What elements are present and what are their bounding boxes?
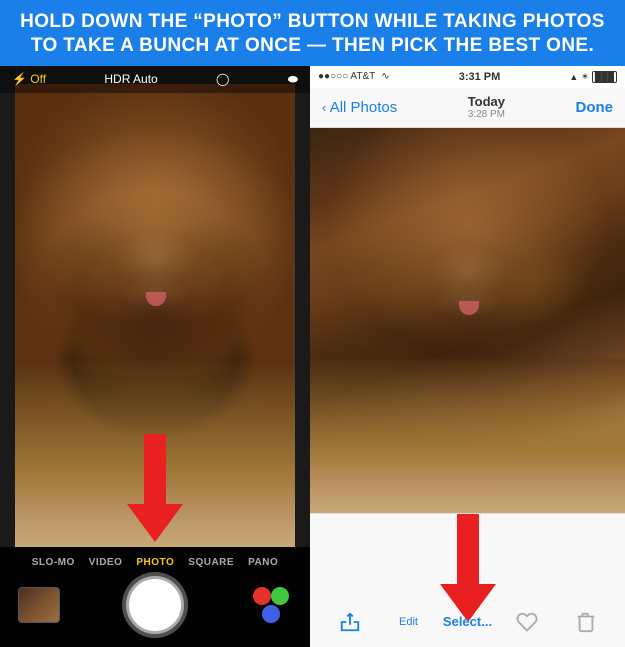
camera-extra-icon [250, 587, 292, 623]
trash-icon [575, 611, 597, 633]
mode-video[interactable]: VIDEO [82, 555, 130, 570]
shutter-button[interactable] [126, 576, 184, 634]
share-icon [339, 611, 361, 633]
bluetooth-icon: ∗ [581, 71, 589, 82]
favorite-button[interactable] [497, 611, 556, 633]
photo-display-area [310, 128, 625, 513]
color-circles-icon [253, 587, 289, 623]
battery-icon: ███ [592, 71, 617, 83]
mode-slomo[interactable]: SLO-MO [25, 555, 82, 570]
arrow-head [127, 504, 183, 542]
mode-photo[interactable]: PHOTO [129, 555, 181, 570]
camera-red-arrow [127, 434, 183, 542]
arrow-body [144, 434, 166, 504]
camera-top-bar: ⚡ Off HDR Auto ◯ ⬬ [0, 66, 310, 93]
toolbar-icons-row: Edit Select... [310, 597, 625, 647]
camera-bottom-controls: SLO-MO VIDEO PHOTO SQUARE PANO [0, 547, 310, 647]
heart-icon [516, 611, 538, 633]
header-banner: HOLD DOWN THE “PHOTO” BUTTON WHILE TAKIN… [0, 0, 625, 66]
flash-control[interactable]: ⚡ Off [12, 72, 46, 86]
mode-square[interactable]: SQUARE [181, 555, 241, 570]
photos-nav-bar: ‹ All Photos Today 3:28 PM Done [310, 88, 625, 128]
camera-panel: ⚡ Off HDR Auto ◯ ⬬ SLO-MO VIDEO PHOTO SQ… [0, 66, 310, 647]
green-circle [271, 587, 289, 605]
all-photos-label: All Photos [330, 99, 398, 116]
iphone-status-bar: ●●○○○ AT&T ∿ 3:31 PM ▲ ∗ ███ [310, 66, 625, 88]
camera-thumbnail[interactable] [18, 587, 60, 623]
photos-panel: ●●○○○ AT&T ∿ 3:31 PM ▲ ∗ ███ ‹ All Photo… [310, 66, 625, 647]
status-left: ●●○○○ AT&T ∿ [318, 71, 390, 82]
camera-controls-row [0, 574, 310, 642]
photos-toolbar: Edit Select... [310, 513, 625, 647]
flip-camera-icon[interactable]: ⬬ [288, 72, 298, 87]
blue-circle [262, 605, 280, 623]
photo-paw-area [310, 359, 625, 513]
red-circle [253, 587, 271, 605]
mode-pano[interactable]: PANO [241, 555, 285, 570]
main-content: ⚡ Off HDR Auto ◯ ⬬ SLO-MO VIDEO PHOTO SQ… [0, 66, 625, 647]
done-button[interactable]: Done [576, 99, 614, 116]
back-chevron-icon: ‹ [322, 100, 326, 115]
delete-button[interactable] [556, 611, 615, 633]
timer-icon[interactable]: ◯ [216, 72, 229, 86]
hdr-control[interactable]: HDR Auto [104, 72, 157, 86]
all-photos-button[interactable]: ‹ All Photos [322, 99, 397, 116]
camera-modes-bar: SLO-MO VIDEO PHOTO SQUARE PANO [0, 547, 310, 574]
location-icon: ▲ [569, 72, 578, 82]
carrier-signal: ●●○○○ AT&T [318, 71, 375, 82]
photos-nav-title: Today [468, 94, 505, 109]
photos-center: Today 3:28 PM [468, 94, 505, 120]
edit-button[interactable]: Edit [379, 616, 438, 628]
select-button[interactable]: Select... [438, 614, 497, 629]
edit-label: Edit [399, 616, 418, 628]
photos-nav-subtitle: 3:28 PM [468, 109, 505, 120]
share-button[interactable] [320, 611, 379, 633]
status-time: 3:31 PM [459, 71, 501, 83]
status-right: ▲ ∗ ███ [569, 71, 617, 83]
header-line2: TO TAKE A BUNCH AT ONCE — THEN PICK THE … [20, 34, 605, 58]
photos-arrow-body [457, 514, 479, 584]
wifi-icon: ∿ [381, 71, 389, 82]
select-label: Select... [443, 614, 492, 629]
header-line1: HOLD DOWN THE “PHOTO” BUTTON WHILE TAKIN… [20, 10, 605, 34]
